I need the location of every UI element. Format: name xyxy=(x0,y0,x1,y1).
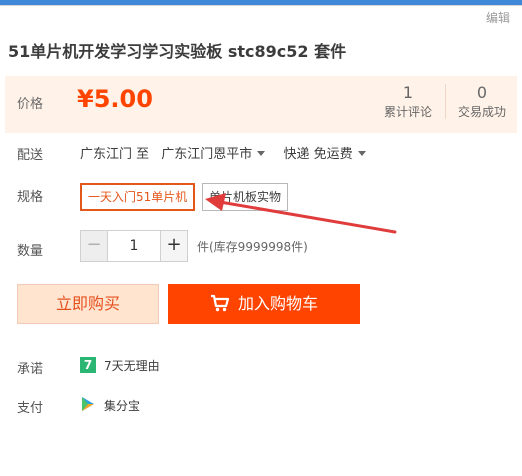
jifenbao-icon xyxy=(82,397,94,411)
spec-option-selected[interactable]: 一天入门51单片机 xyxy=(80,183,196,211)
shipping-row: 广东江门 至 广东江门恩平市 快递 免运费 xyxy=(80,143,366,162)
add-to-cart-label: 加入购物车 xyxy=(237,294,318,313)
buy-now-button[interactable]: 立即购买 xyxy=(17,284,159,324)
sold-label: 交易成功 xyxy=(457,105,506,119)
price-label: 价格 xyxy=(17,97,44,112)
promise-text[interactable]: 7天无理由 xyxy=(104,357,160,374)
add-to-cart-button[interactable]: 加入购物车 xyxy=(168,284,360,324)
sold-stat: 0 交易成功 xyxy=(445,84,518,119)
spec-option[interactable]: 单片机板实物 xyxy=(202,183,289,211)
reviews-count: 1 xyxy=(402,83,414,102)
sold-count: 0 xyxy=(476,83,488,102)
spec-label: 规格 xyxy=(17,190,44,205)
quantity-decrease-button[interactable]: − xyxy=(80,230,108,262)
edit-link[interactable]: 编辑 xyxy=(486,9,510,26)
shipping-method-select[interactable]: 快递 免运费 xyxy=(283,143,366,162)
promise-label: 承诺 xyxy=(17,362,44,377)
reviews-label: 累计评论 xyxy=(383,105,432,119)
shipping-origin: 广东江门 至 xyxy=(80,147,150,162)
shipping-destination: 广东江门恩平市 xyxy=(161,147,253,162)
price-panel: 价格 ¥5.00 1 累计评论 0 交易成功 xyxy=(5,76,517,133)
quantity-input[interactable]: 1 xyxy=(108,230,160,262)
shipping-destination-select[interactable]: 广东江门恩平市 xyxy=(161,143,266,162)
payment-label: 支付 xyxy=(17,401,44,416)
top-divider xyxy=(0,5,522,6)
shipping-method: 快递 免运费 xyxy=(283,147,353,162)
payment-text: 集分宝 xyxy=(104,399,141,413)
quantity-increase-button[interactable]: + xyxy=(160,230,188,262)
product-title: 51单片机开发学习学习实验板 stc89c52 套件 xyxy=(8,42,347,61)
cart-icon xyxy=(210,294,230,312)
price-value: ¥5.00 xyxy=(77,85,153,113)
caret-down-icon xyxy=(257,151,266,156)
shipping-label: 配送 xyxy=(17,148,44,163)
reviews-stat[interactable]: 1 累计评论 xyxy=(375,83,441,120)
seven-day-icon: 7 xyxy=(80,357,96,373)
quantity-label: 数量 xyxy=(17,244,44,259)
caret-down-icon xyxy=(357,151,366,156)
stock-info: 件(库存9999998件) xyxy=(197,240,308,254)
